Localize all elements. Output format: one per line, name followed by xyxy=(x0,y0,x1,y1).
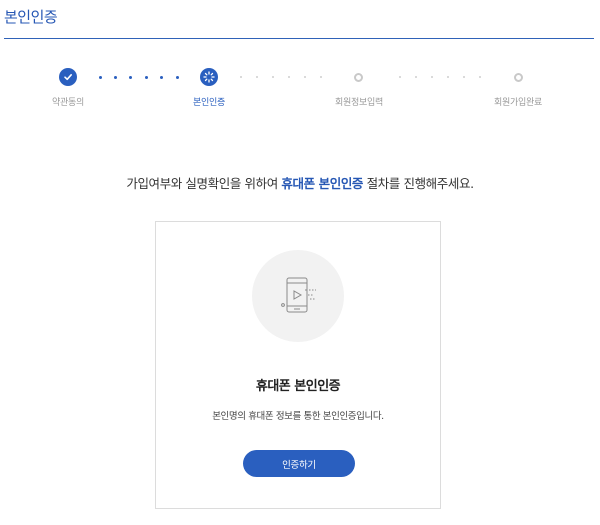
step-connector-dot xyxy=(240,76,242,78)
verify-button[interactable]: 인증하기 xyxy=(243,450,355,477)
step-connector-dot xyxy=(399,76,401,78)
step-connector-dot xyxy=(479,76,481,78)
step-3-label: 회원정보입력 xyxy=(335,98,383,108)
step-connector-dot xyxy=(288,76,290,78)
step-connector-dot xyxy=(176,76,179,79)
step-2-spinner-icon xyxy=(200,68,218,86)
instruction-text: 가입여부와 실명확인을 위하여 휴대폰 본인인증 절차를 진행해주세요. xyxy=(0,173,600,192)
step-connector-dot xyxy=(415,76,417,78)
instruction-after: 절차를 진행해주세요. xyxy=(363,176,474,191)
step-connector-dot xyxy=(114,76,117,79)
step-connector-dot xyxy=(160,76,163,79)
step-1-check-icon xyxy=(59,68,77,86)
step-4-circle-icon xyxy=(514,73,523,82)
step-connector-dot xyxy=(99,76,102,79)
step-connector-dot xyxy=(272,76,274,78)
step-3-circle-icon xyxy=(354,73,363,82)
card-title: 휴대폰 본인인증 xyxy=(255,379,341,394)
step-connector-dot xyxy=(304,76,306,78)
instruction-highlight: 휴대폰 본인인증 xyxy=(281,176,364,191)
step-connector-dot xyxy=(256,76,258,78)
step-4-label: 회원가입완료 xyxy=(494,98,542,108)
title-divider xyxy=(4,38,594,39)
step-connector-dot xyxy=(463,76,465,78)
step-connector-dot xyxy=(447,76,449,78)
signup-stepper: 약관동의 본인인증 회원정보입력 회원가입완료 xyxy=(0,68,600,112)
phone-verification-card: 휴대폰 본인인증 본인명의 휴대폰 정보를 통한 본인인증입니다. 인증하기 xyxy=(155,221,441,509)
step-connector-dot xyxy=(145,76,148,79)
instruction-before: 가입여부와 실명확인을 위하여 xyxy=(126,176,282,191)
step-1-label: 약관동의 xyxy=(52,98,84,108)
step-connector-dot xyxy=(431,76,433,78)
step-connector-dot xyxy=(320,76,322,78)
card-description: 본인명의 휴대폰 정보를 통한 본인인증입니다. xyxy=(212,411,384,422)
step-2-label: 본인인증 xyxy=(193,98,225,108)
step-connector-dot xyxy=(129,76,132,79)
page-title: 본인인증 xyxy=(4,8,58,26)
phone-verification-icon xyxy=(252,250,344,342)
